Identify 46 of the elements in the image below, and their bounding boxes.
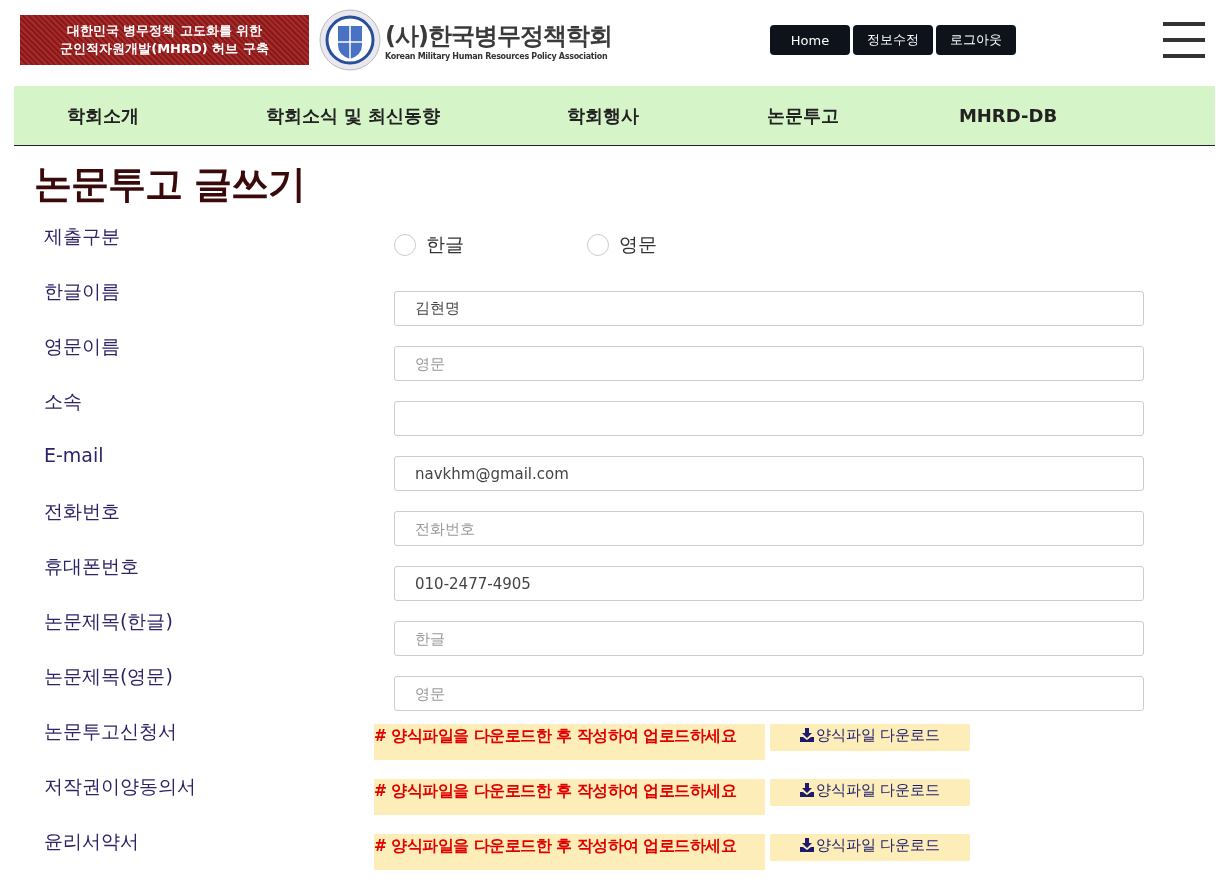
form-label: 논문제목(영문): [43, 664, 174, 689]
nav-item[interactable]: 학회소개: [28, 103, 178, 128]
download-icon: [799, 728, 814, 742]
header-button[interactable]: 정보수정: [852, 25, 933, 55]
form-label: E-mail: [43, 443, 105, 466]
upload-notice: # 양식파일을 다운로드한 후 작성하여 업로드하세요: [374, 724, 765, 760]
page-title: 논문투고 글쓰기: [34, 161, 307, 208]
form-label: 한글이름: [43, 279, 121, 304]
form-label: 논문투고신청서: [43, 719, 178, 744]
input-field[interactable]: 영문: [394, 346, 1144, 381]
menu-icon[interactable]: [1163, 22, 1205, 58]
logo-title: (사)한국병무정책학회: [385, 20, 612, 52]
logo-subtitle: Korean Military Human Resources Policy Association: [385, 51, 609, 61]
nav-item[interactable]: MHRD-DB: [928, 105, 1088, 126]
form-label: 논문제목(한글): [43, 609, 174, 634]
nav-item[interactable]: 논문투고: [728, 103, 878, 128]
download-button[interactable]: 양식파일 다운로드: [770, 779, 970, 806]
form-label: 영문이름: [43, 334, 121, 359]
form-label: 저작권이양동의서: [43, 774, 197, 799]
nav-item[interactable]: 학회행사: [528, 103, 678, 128]
form-label: 전화번호: [43, 499, 121, 524]
upload-notice: # 양식파일을 다운로드한 후 작성하여 업로드하세요: [374, 834, 765, 870]
emblem-icon: [319, 9, 381, 71]
input-field[interactable]: 010-2477-4905: [394, 566, 1144, 601]
form-label: 제출구분: [43, 224, 121, 249]
download-button[interactable]: 양식파일 다운로드: [770, 834, 970, 861]
download-button[interactable]: 양식파일 다운로드: [770, 724, 970, 751]
header-button[interactable]: Home: [769, 25, 850, 55]
form-label: 윤리서약서: [43, 829, 140, 854]
header-button[interactable]: 로그아웃: [935, 25, 1016, 55]
banner-text: 대한민국 병무정책 고도화를 위한: [66, 22, 263, 40]
radio-label: 영문: [619, 232, 657, 257]
input-field[interactable]: 영문: [394, 676, 1144, 711]
form-label: 휴대폰번호: [43, 554, 140, 579]
radio-label: 한글: [426, 232, 464, 257]
input-field[interactable]: 전화번호: [394, 511, 1144, 546]
banner-text: 군인적자원개발(MHRD) 허브 구축: [60, 40, 269, 58]
download-icon: [799, 783, 814, 797]
nav-item[interactable]: 학회소식 및 최신동향: [228, 103, 478, 128]
input-field[interactable]: 한글: [394, 621, 1144, 656]
input-field[interactable]: 김현명: [394, 291, 1144, 326]
form-label: 소속: [43, 389, 83, 414]
download-icon: [799, 838, 814, 852]
input-field[interactable]: [394, 401, 1144, 436]
upload-notice: # 양식파일을 다운로드한 후 작성하여 업로드하세요: [374, 779, 765, 815]
input-field[interactable]: navkhm@gmail.com: [394, 456, 1144, 491]
